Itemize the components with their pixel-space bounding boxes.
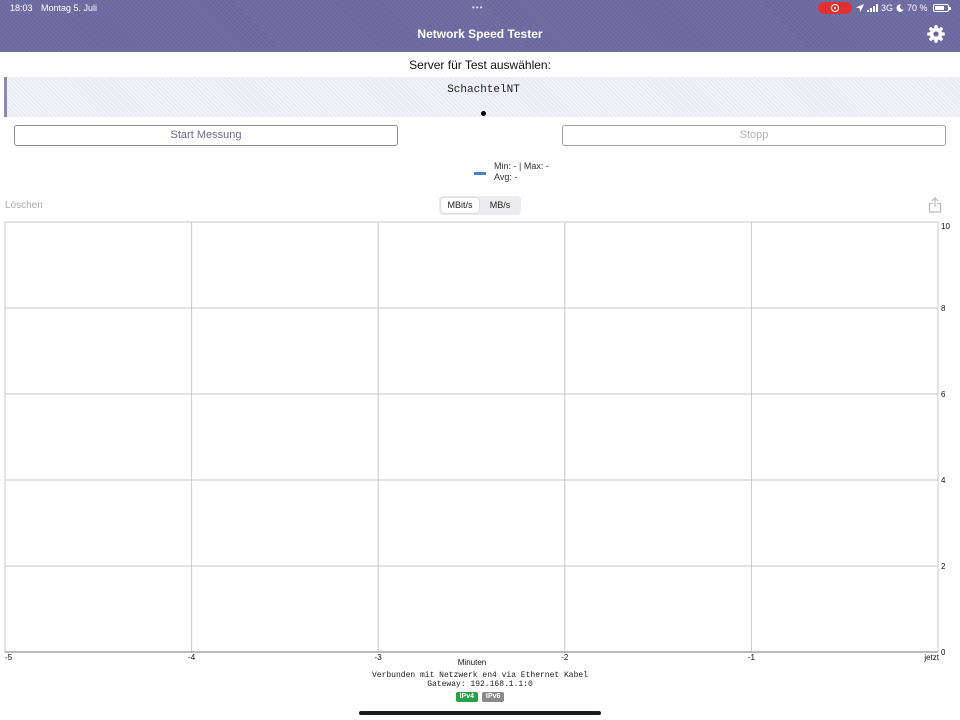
multitasking-dots-icon[interactable]: •••	[472, 3, 483, 12]
x-tick-label: -2	[561, 653, 569, 662]
page-title: Network Speed Tester	[417, 27, 543, 41]
legend-avg: Avg: -	[494, 172, 518, 182]
connection-status: Verbunden mit Netzwerk en4 via Ethernet …	[371, 671, 589, 680]
ip-badges: IPv4 IPv6	[0, 692, 960, 702]
screen-recording-indicator[interactable]	[818, 2, 852, 14]
selected-server[interactable]: SchachtelNT	[7, 84, 960, 96]
stop-button[interactable]: Stopp	[562, 125, 946, 146]
y-tick-label: 6	[941, 390, 946, 399]
network-type: 3G	[881, 3, 894, 13]
battery-percent: 70 %	[907, 3, 928, 13]
x-tick-label: -1	[748, 653, 756, 662]
unit-option-mbit[interactable]: MBit/s	[441, 198, 479, 213]
connection-info: Verbunden mit Netzwerk en4 via Ethernet …	[0, 671, 960, 689]
status-bar: 18:03 Montag 5. Juli ••• 3G 70 %	[0, 0, 960, 16]
header: 18:03 Montag 5. Juli ••• 3G 70 % Network…	[0, 0, 960, 52]
y-tick-label: 10	[941, 222, 950, 231]
unit-option-mbyte[interactable]: MB/s	[481, 198, 519, 213]
share-icon[interactable]	[928, 197, 942, 213]
legend-min-max: Min: - | Max: -	[494, 161, 549, 171]
x-tick-label: -3	[375, 653, 383, 662]
x-tick-label: jetzt	[923, 653, 939, 662]
status-time: 18:03	[10, 3, 33, 13]
x-tick-label: -4	[188, 653, 196, 662]
x-tick-label: -5	[5, 653, 13, 662]
y-tick-label: 8	[941, 304, 946, 313]
status-icons: 3G 70 %	[856, 3, 951, 13]
chart-grid	[4, 221, 939, 653]
start-measurement-button[interactable]: Start Messung	[14, 125, 398, 146]
location-arrow-icon	[856, 4, 864, 12]
gear-icon[interactable]	[926, 24, 946, 44]
legend-swatch	[474, 172, 486, 175]
speed-chart: -5 -4 -3 -2 -1 jetzt 0 2 4 6 8 10 Minuten	[4, 221, 950, 667]
clear-button[interactable]: Löschen	[5, 200, 43, 211]
ip-badge: IPv6	[482, 692, 505, 702]
moon-icon	[896, 4, 904, 12]
y-axis-ticks: 0 2 4 6 8 10	[941, 222, 950, 657]
home-indicator[interactable]	[359, 711, 601, 715]
status-date: Montag 5. Juli	[41, 3, 98, 13]
server-select-label: Server für Test auswählen:	[409, 58, 551, 72]
page-indicator-dot	[481, 111, 486, 116]
record-icon	[831, 4, 839, 12]
chart-frame	[4, 221, 939, 653]
y-tick-label: 2	[941, 562, 946, 571]
ip-badge: IPv4	[455, 692, 478, 702]
server-picker[interactable]: SchachtelNT	[4, 77, 960, 117]
signal-icon	[867, 4, 878, 12]
battery-icon	[932, 4, 951, 12]
unit-toggle: MBit/s MB/s	[439, 196, 521, 215]
y-tick-label: 0	[941, 648, 946, 657]
y-tick-label: 4	[941, 476, 946, 485]
gateway-info: Gateway: 192.168.1.1:0	[427, 680, 533, 689]
x-axis-label: Minuten	[458, 658, 486, 667]
